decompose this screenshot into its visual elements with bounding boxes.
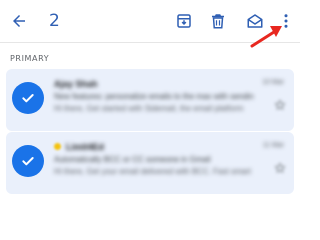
star-icon[interactable]: [274, 162, 286, 174]
annotation-arrow-icon: [250, 26, 282, 48]
email-time: 10 Mar: [262, 79, 284, 86]
email-list-item[interactable]: Limit4Ed Automatically BCC or CC someone…: [6, 132, 294, 194]
email-list-item[interactable]: Ajay Shah New features: personalize emai…: [6, 69, 294, 131]
selected-checkmark[interactable]: [12, 82, 44, 114]
archive-button[interactable]: [173, 10, 195, 32]
selected-count: 2: [49, 11, 60, 31]
check-icon: [22, 157, 34, 166]
importance-marker: [54, 143, 61, 150]
email-subject: Automatically BCC or CC someone in Gmail: [54, 155, 211, 164]
trash-icon: [212, 14, 224, 29]
star-icon[interactable]: [274, 99, 286, 111]
email-sender: Ajay Shah: [54, 79, 98, 89]
email-sender: Limit4Ed: [66, 142, 105, 152]
email-subject: New features: personalize emails to the …: [54, 92, 254, 101]
check-icon: [22, 94, 34, 103]
email-snippet: Hi there, Get started with Sidemail, the…: [54, 104, 244, 113]
back-button[interactable]: [8, 10, 30, 32]
delete-button[interactable]: [207, 10, 229, 32]
archive-icon: [177, 14, 191, 28]
arrow-left-icon: [13, 15, 25, 27]
email-snippet: Hi there, Get your email delivered with …: [54, 167, 251, 176]
selected-checkmark[interactable]: [12, 145, 44, 177]
email-time: 11 Mar: [262, 142, 284, 149]
section-label-primary: PRIMARY: [10, 54, 50, 63]
